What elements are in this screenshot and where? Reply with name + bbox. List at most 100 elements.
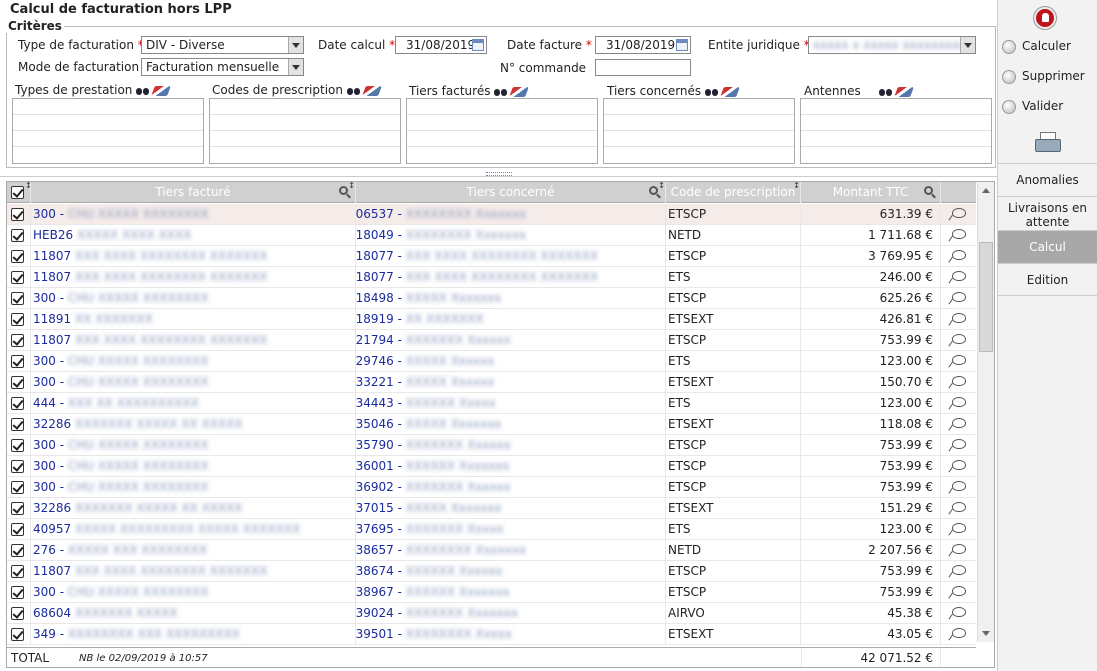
row-checkbox[interactable]: [11, 586, 24, 599]
eraser-icon[interactable]: [509, 86, 530, 97]
tiers-factures-list[interactable]: [406, 98, 598, 164]
cell-tiers-concerne[interactable]: 138657 - XXXXXXXX Xxxxxxx: [356, 540, 666, 561]
cell-tiers-concerne[interactable]: 137015 - XXXXX Xxxxxxx: [356, 498, 666, 519]
tiers-concerne-code[interactable]: 106537 -: [356, 207, 402, 221]
edit-pen-icon[interactable]: [949, 207, 966, 221]
row-checkbox[interactable]: [11, 250, 24, 263]
table-row[interactable]: 11807 XXX XXXX XXXXXXXX XXXXXXX121794 - …: [7, 330, 976, 351]
binoculars-icon[interactable]: [494, 87, 509, 97]
table-row[interactable]: 11807 XXX XXXX XXXXXXXX XXXXXXX138674 - …: [7, 561, 976, 582]
edit-pen-icon[interactable]: [949, 270, 966, 284]
col-tiers-facture[interactable]: Tiers facturé ↕: [31, 182, 356, 203]
scroll-down-icon[interactable]: [978, 626, 994, 642]
eraser-icon[interactable]: [362, 85, 382, 96]
tab-anomalies[interactable]: Anomalies: [998, 163, 1097, 196]
date-calcul-input[interactable]: 31/08/2019: [395, 36, 487, 54]
search-icon[interactable]: [924, 186, 933, 195]
table-row[interactable]: 444 - XXX XX XXXXXXXXXX134443 - XXXXXX X…: [7, 393, 976, 414]
row-checkbox[interactable]: [11, 376, 24, 389]
edit-pen-icon[interactable]: [949, 501, 966, 515]
cell-tiers-concerne[interactable]: 118498 - XXXXX Xxxxxxx: [356, 288, 666, 309]
tiers-concernes-list[interactable]: [603, 98, 795, 164]
tiers-concerne-code[interactable]: 137695 -: [356, 522, 402, 536]
cell-tiers-facture[interactable]: 11891 XX XXXXXXX: [31, 309, 356, 330]
table-row[interactable]: 32286 XXXXXXX XXXXX XX XXXXX137015 - XXX…: [7, 498, 976, 519]
table-row[interactable]: 11807 XXX XXXX XXXXXXXX XXXXXXX118077 - …: [7, 267, 976, 288]
codes-prescription-list[interactable]: [209, 98, 401, 164]
cell-tiers-facture[interactable]: HEB26 XXXXX XXXX XXXX: [31, 225, 356, 246]
cell-tiers-concerne[interactable]: 118049 - XXXXXXXX Xxxxxxx: [356, 225, 666, 246]
eraser-icon[interactable]: [151, 85, 172, 96]
tiers-facture-code[interactable]: 300 -: [33, 480, 64, 494]
tiers-concerne-code[interactable]: 134443 -: [356, 396, 402, 410]
row-checkbox[interactable]: [11, 502, 24, 515]
table-row[interactable]: 349 - XXXXXXXX XXX XXXXXXXXX139501 - XXX…: [7, 624, 976, 645]
cell-tiers-facture[interactable]: 11807 XXX XXXX XXXXXXXX XXXXXXX: [31, 330, 356, 351]
cell-tiers-concerne[interactable]: 136902 - XXXXXXX Xxxxxx: [356, 477, 666, 498]
cell-tiers-facture[interactable]: 444 - XXX XX XXXXXXXXXX: [31, 393, 356, 414]
edit-pen-icon[interactable]: [949, 522, 966, 536]
cell-tiers-facture[interactable]: 32286 XXXXXXX XXXXX XX XXXXX: [31, 498, 356, 519]
tiers-facture-code[interactable]: 11807: [33, 270, 71, 284]
binoculars-icon[interactable]: [705, 87, 720, 97]
cell-tiers-facture[interactable]: 300 - CHU XXXXX XXXXXXXX: [31, 477, 356, 498]
tiers-concerne-code[interactable]: 118077 -: [356, 270, 402, 284]
edit-pen-icon[interactable]: [949, 480, 966, 494]
cell-tiers-concerne[interactable]: 139024 - XXXXXXX Xxxxxxx: [356, 603, 666, 624]
cell-tiers-facture[interactable]: 276 - XXXXX XXX XXXXXXXX: [31, 540, 356, 561]
tab-edition[interactable]: Edition: [998, 263, 1097, 296]
row-checkbox[interactable]: [11, 208, 24, 221]
tiers-facture-code[interactable]: 11807: [33, 564, 71, 578]
tab-calcul[interactable]: Calcul: [998, 230, 1097, 263]
tiers-facture-code[interactable]: 349 -: [33, 627, 64, 641]
tiers-concerne-code[interactable]: 135790 -: [356, 438, 402, 452]
row-checkbox[interactable]: [11, 418, 24, 431]
tiers-concerne-code[interactable]: 138657 -: [356, 543, 402, 557]
table-row[interactable]: 300 - CHU XXXXX XXXXXXXX138967 - XXXXXX …: [7, 582, 976, 603]
edit-pen-icon[interactable]: [949, 333, 966, 347]
tiers-facture-code[interactable]: 300 -: [33, 585, 64, 599]
date-facture-input[interactable]: 31/08/2019: [595, 36, 691, 54]
table-row[interactable]: 11807 XXX XXXX XXXXXXXX XXXXXXX118077 - …: [7, 246, 976, 267]
table-row[interactable]: 300 - CHU XXXXX XXXXXXXX133221 - XXXXX X…: [7, 372, 976, 393]
col-montant[interactable]: Montant TTC: [801, 182, 941, 203]
table-row[interactable]: 32286 XXXXXXX XXXXX XX XXXXX135046 - XXX…: [7, 414, 976, 435]
search-icon[interactable]: [339, 186, 348, 195]
row-checkbox[interactable]: [11, 628, 24, 641]
cell-tiers-facture[interactable]: 40957 XXXXX XXXXXXXXX XXXXX XXXXXXX: [31, 519, 356, 540]
edit-pen-icon[interactable]: [949, 249, 966, 263]
row-checkbox[interactable]: [11, 565, 24, 578]
tiers-facture-code[interactable]: HEB26: [33, 228, 73, 242]
tab-livraisons[interactable]: Livraisons en attente: [998, 196, 1097, 230]
cell-tiers-facture[interactable]: 11807 XXX XXXX XXXXXXXX XXXXXXX: [31, 246, 356, 267]
eraser-icon[interactable]: [893, 86, 914, 97]
cell-tiers-facture[interactable]: 11807 XXX XXXX XXXXXXXX XXXXXXX: [31, 267, 356, 288]
cell-tiers-concerne[interactable]: 133221 - XXXXX Xxxxxx: [356, 372, 666, 393]
cell-tiers-concerne[interactable]: 134443 - XXXXXX Xxxxx: [356, 393, 666, 414]
tiers-facture-code[interactable]: 276 -: [33, 543, 64, 557]
cell-tiers-concerne[interactable]: 139501 - XXXXXXXX Xxxxx: [356, 624, 666, 645]
col-code-prescription[interactable]: Code de prescription ↕: [666, 182, 801, 203]
edit-pen-icon[interactable]: [949, 459, 966, 473]
table-row[interactable]: 68604 XXXXXXX XXXXX139024 - XXXXXXX Xxxx…: [7, 603, 976, 624]
tiers-concerne-code[interactable]: 138967 -: [356, 585, 402, 599]
supprimer-button[interactable]: Supprimer: [1002, 69, 1085, 84]
search-icon[interactable]: [649, 186, 658, 195]
table-row[interactable]: 300 - CHU XXXXX XXXXXXXX118498 - XXXXX X…: [7, 288, 976, 309]
table-row[interactable]: 40957 XXXXX XXXXXXXXX XXXXX XXXXXXX13769…: [7, 519, 976, 540]
sort-icon[interactable]: ↕: [658, 182, 665, 190]
row-checkbox[interactable]: [11, 271, 24, 284]
entite-juridique-select[interactable]: xxxxx x xxxxx xxxxxxxxxx: [808, 36, 976, 54]
row-checkbox[interactable]: [11, 334, 24, 347]
antennes-list[interactable]: [800, 98, 992, 164]
table-row[interactable]: 276 - XXXXX XXX XXXXXXXX138657 - XXXXXXX…: [7, 540, 976, 561]
row-checkbox[interactable]: [11, 313, 24, 326]
vertical-scrollbar[interactable]: [977, 182, 994, 642]
calculer-button[interactable]: Calculer: [1002, 39, 1071, 54]
tiers-concerne-code[interactable]: 133221 -: [356, 375, 402, 389]
tiers-facture-code[interactable]: 68604: [33, 606, 71, 620]
edit-pen-icon[interactable]: [949, 312, 966, 326]
cell-tiers-concerne[interactable]: 137695 - XXXXXXX Xxxxx: [356, 519, 666, 540]
row-checkbox[interactable]: [11, 355, 24, 368]
row-checkbox[interactable]: [11, 481, 24, 494]
